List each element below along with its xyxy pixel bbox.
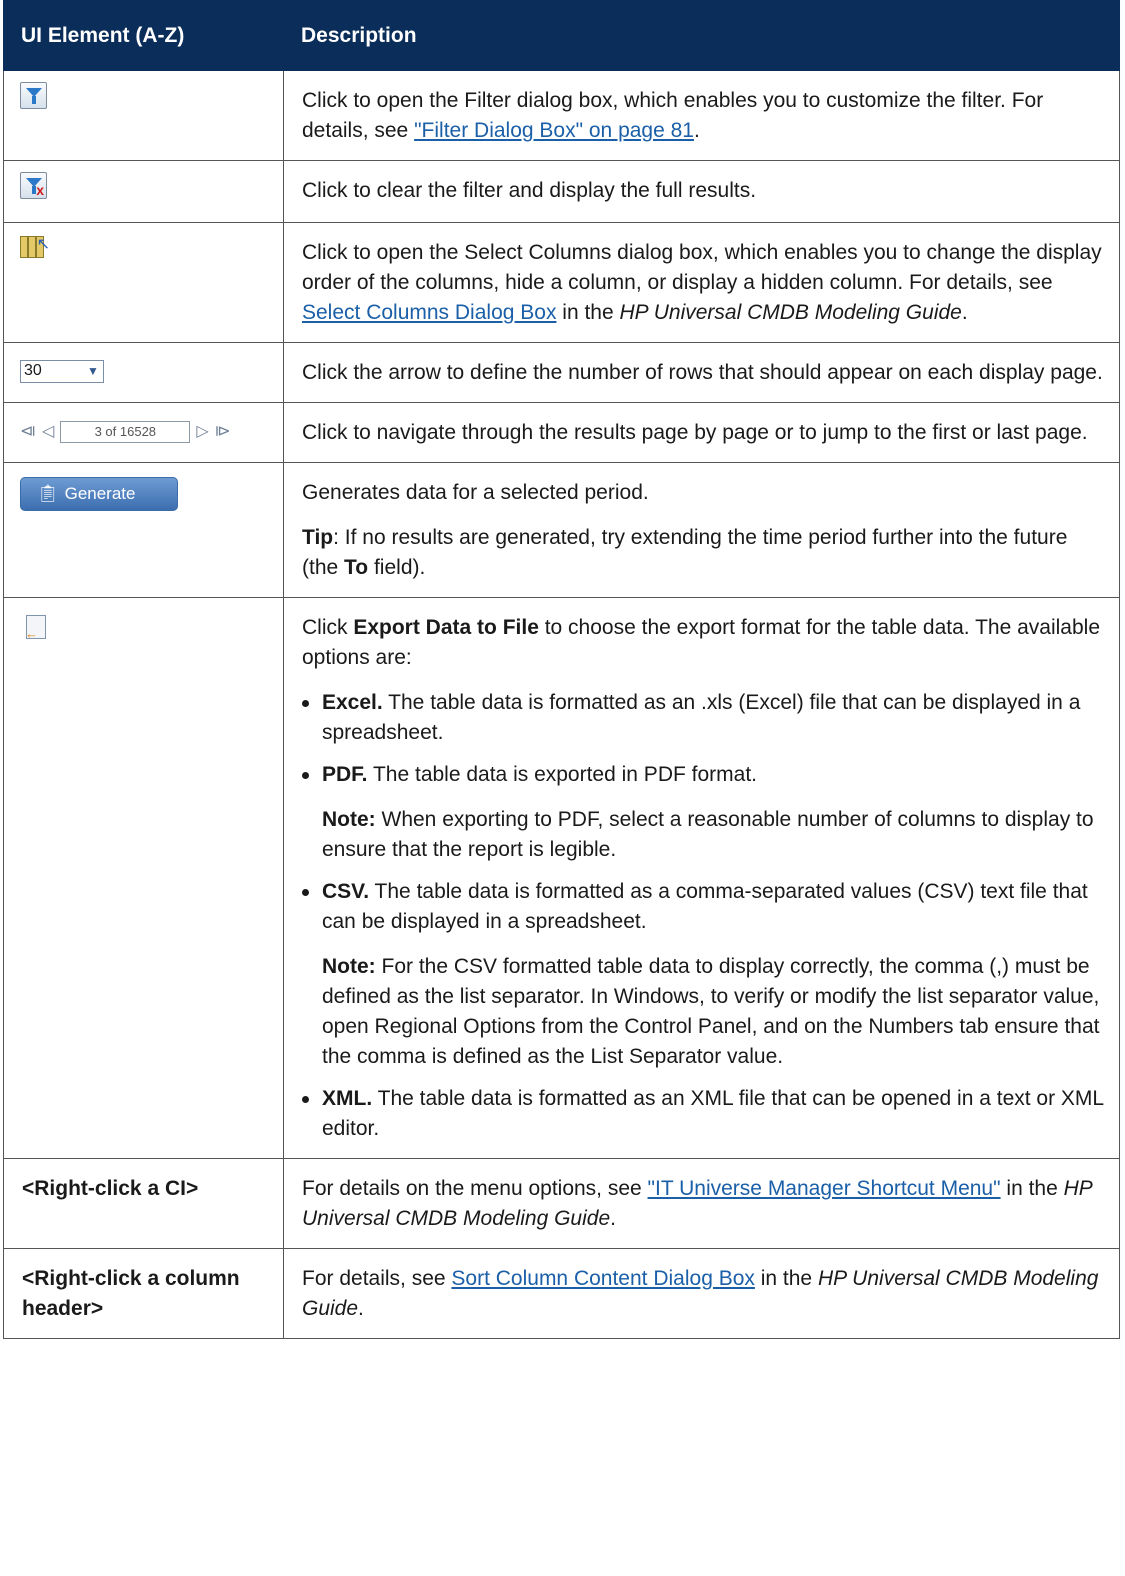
option-text: The table data is formatted as an XML fi… [322,1087,1104,1140]
description-cell: For details on the menu options, see "IT… [283,1158,1120,1249]
list-item: Excel. The table data is formatted as an… [302,688,1109,748]
description-cell: Click to navigate through the results pa… [283,402,1120,463]
generate-button-label: Generate [64,484,136,503]
description-text: in the [1000,1177,1064,1200]
table-row: 📋︎ Generate Generates data for a selecte… [3,462,1120,598]
description-cell: Click the arrow to define the number of … [283,342,1120,403]
bullet-icon [302,889,309,896]
description-text: Generates data for a selected period. [302,481,649,504]
element-cell: <Right-click a column header> [3,1248,284,1339]
description-text: Click to open the Select Columns dialog … [302,241,1102,294]
table-row: ⧏ ◁ 3 of 16528 ▷ ⧐ Click to navigate thr… [3,402,1120,463]
description-text: Click [302,616,354,639]
table-row: 30 ▼ Click the arrow to define the numbe… [3,342,1120,403]
element-cell: 30 ▼ [3,342,284,403]
note-text: For the CSV formatted table data to disp… [322,955,1100,1068]
chevron-down-icon[interactable]: ▼ [83,356,103,386]
description-text: . [358,1297,364,1320]
description-text: in the [754,1267,818,1290]
description-text: in the [556,301,620,324]
element-cell: ↖ [3,222,284,343]
description-cell: Click to open the Select Columns dialog … [283,222,1120,343]
description-cell: Generates data for a selected period. Ti… [283,462,1120,598]
table-row: ↖ Click to open the Select Columns dialo… [3,222,1120,343]
description-text: Click to navigate through the results pa… [302,421,1088,444]
right-click-ci-label: <Right-click a CI> [22,1177,199,1200]
table-row: Click to open the Filter dialog box, whi… [3,70,1120,161]
description-text: Click to clear the filter and display th… [302,179,757,202]
description-text: Click the arrow to define the number of … [302,361,1103,384]
description-text: . [961,301,968,324]
next-page-icon[interactable]: ▷ [196,417,208,447]
description-text: field). [368,556,426,579]
csv-note: Note: For the CSV formatted table data t… [322,952,1109,1072]
table-row: ← Click Export Data to File to choose th… [3,597,1120,1159]
description-cell: For details, see Sort Column Content Dia… [283,1248,1120,1339]
export-intro: Click Export Data to File to choose the … [302,613,1109,673]
select-columns-link[interactable]: Select Columns Dialog Box [302,301,556,324]
export-options-list: Excel. The table data is formatted as an… [302,688,1109,1144]
export-command-label: Export Data to File [353,616,539,639]
option-label: CSV. [322,880,370,903]
list-item: CSV. The table data is formatted as a co… [302,877,1109,1072]
table-row: <Right-click a CI> For details on the me… [3,1158,1120,1249]
element-cell: x [3,160,284,223]
page-indicator[interactable]: 3 of 16528 [60,421,191,443]
option-label: Excel. [322,691,383,714]
guide-name: HP Universal CMDB Modeling Guide [619,301,962,324]
option-label: PDF. [322,763,368,786]
filter-dialog-link[interactable]: "Filter Dialog Box" on page 81 [414,119,694,142]
tip-paragraph: Tip: If no results are generated, try ex… [302,523,1109,583]
clipboard-icon: 📋︎ [37,484,59,503]
clear-filter-icon[interactable]: x [20,172,47,199]
filter-icon[interactable] [20,82,47,109]
tip-label: Tip [302,526,334,549]
option-text: The table data is formatted as a comma-s… [322,880,1088,933]
list-item: PDF. The table data is exported in PDF f… [302,760,1109,865]
table-header-row: UI Element (A-Z) Description [3,0,1120,71]
description-cell: Click to clear the filter and display th… [283,160,1120,223]
export-icon[interactable]: ← [25,615,46,641]
bullet-icon [302,700,309,707]
element-cell: 📋︎ Generate [3,462,284,598]
pdf-note: Note: When exporting to PDF, select a re… [322,805,1109,865]
description-cell: Click to open the Filter dialog box, whi… [283,70,1120,161]
table-row: x Click to clear the filter and display … [3,160,1120,223]
description-text: . [693,119,700,142]
element-cell: <Right-click a CI> [3,1158,284,1249]
element-cell [3,70,284,161]
element-cell: ← [3,597,284,1159]
option-text: The table data is exported in PDF format… [367,763,757,786]
shortcut-menu-link[interactable]: "IT Universe Manager Shortcut Menu" [648,1177,1001,1200]
last-page-icon[interactable]: ⧐ [215,417,231,447]
select-columns-icon[interactable]: ↖ [20,234,50,260]
option-text: The table data is formatted as an .xls (… [322,691,1081,744]
description-text: For details, see [302,1267,452,1290]
option-label: XML. [322,1087,373,1110]
previous-page-icon[interactable]: ◁ [42,417,54,447]
description-text: For details on the menu options, see [302,1177,648,1200]
header-description: Description [283,0,1120,71]
note-label: Note: [322,808,376,831]
element-cell: ⧏ ◁ 3 of 16528 ▷ ⧐ [3,402,284,463]
generate-button[interactable]: 📋︎ Generate [20,477,178,511]
note-label: Note: [322,955,376,978]
description-cell: Click Export Data to File to choose the … [283,597,1120,1159]
list-item: XML. The table data is formatted as an X… [302,1084,1109,1144]
first-page-icon[interactable]: ⧏ [20,417,36,447]
pager-control: ⧏ ◁ 3 of 16528 ▷ ⧐ [20,417,231,447]
ui-elements-table: UI Element (A-Z) Description Click to op… [3,0,1120,1339]
description-text: . [610,1207,616,1230]
table-row: <Right-click a column header> For detail… [3,1248,1120,1339]
right-click-header-label: <Right-click a column header> [22,1267,240,1320]
bullet-icon [302,1096,309,1103]
rows-per-page-select[interactable]: 30 ▼ [20,359,104,383]
sort-column-link[interactable]: Sort Column Content Dialog Box [451,1267,755,1290]
to-field-label: To [344,556,369,579]
bullet-icon [302,772,309,779]
note-text: When exporting to PDF, select a reasonab… [322,808,1094,861]
rows-per-page-value: 30 [24,362,42,379]
header-ui-element: UI Element (A-Z) [3,0,284,71]
